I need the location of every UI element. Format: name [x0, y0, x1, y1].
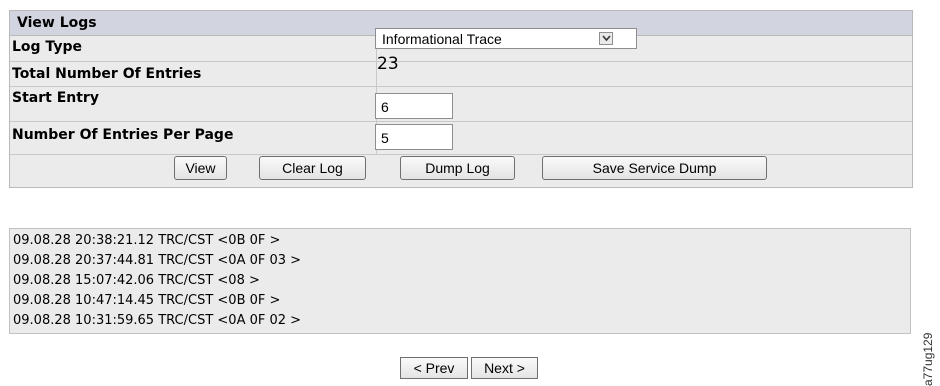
next-page-button[interactable]: Next > — [471, 357, 538, 379]
start-entry-value: 6 — [381, 99, 389, 115]
dump-log-button[interactable]: Dump Log — [400, 156, 515, 180]
figure-id-label: a77ug129 — [921, 332, 935, 386]
entries-per-page-value: 5 — [381, 130, 389, 146]
log-type-select[interactable]: Informational Trace — [375, 28, 637, 49]
log-line: 09.08.28 20:38:21.12 TRC/CST <0B 0F > — [13, 233, 281, 248]
start-entry-label: Start Entry — [12, 90, 99, 106]
log-line: 09.08.28 20:37:44.81 TRC/CST <0A 0F 03 > — [13, 253, 302, 268]
log-output: 09.08.28 20:38:21.12 TRC/CST <0B 0F > 09… — [9, 228, 911, 334]
entries-per-page-label: Number Of Entries Per Page — [12, 127, 234, 143]
entries-per-page-input[interactable]: 5 — [375, 124, 453, 150]
clear-log-button[interactable]: Clear Log — [259, 156, 366, 180]
total-entries-value: 23 — [377, 54, 399, 74]
view-button[interactable]: View — [174, 156, 227, 180]
log-line: 09.08.28 10:31:59.65 TRC/CST <0A 0F 02 > — [13, 313, 302, 328]
save-service-dump-button[interactable]: Save Service Dump — [542, 156, 767, 180]
log-line: 09.08.28 10:47:14.45 TRC/CST <0B 0F > — [13, 293, 281, 308]
total-entries-label: Total Number Of Entries — [12, 66, 202, 82]
log-type-label: Log Type — [12, 39, 82, 55]
prev-page-button[interactable]: < Prev — [400, 357, 468, 379]
log-type-selected-value: Informational Trace — [382, 31, 502, 47]
panel-title: View Logs — [17, 15, 97, 31]
chevron-down-icon[interactable] — [599, 32, 613, 45]
start-entry-input[interactable]: 6 — [375, 93, 453, 119]
row-total-entries: Total Number Of Entries — [10, 62, 912, 87]
row-start-entry: Start Entry — [10, 87, 912, 122]
row-entries-per-page: Number Of Entries Per Page — [10, 122, 912, 155]
log-line: 09.08.28 15:07:42.06 TRC/CST <08 > — [13, 273, 260, 288]
